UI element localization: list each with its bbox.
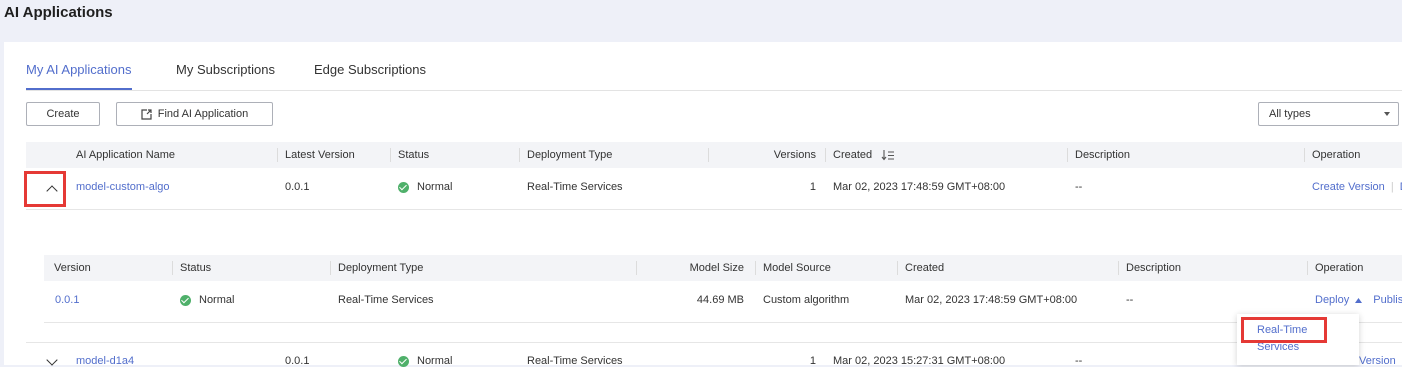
col-ai-application-name: AI Application Name — [76, 149, 176, 161]
check-circle-icon — [398, 181, 409, 193]
create-button[interactable]: Create — [26, 102, 100, 126]
versions-count: 1 — [809, 355, 816, 367]
col-status: Status — [389, 142, 429, 168]
version-created-time: Mar 02, 2023 17:48:59 GMT+08:00 — [905, 294, 1078, 306]
tab-bar: My AI Applications My Subscriptions Edge… — [26, 62, 1402, 91]
expand-row-highlight — [24, 171, 66, 207]
page-title: AI Applications — [4, 4, 113, 21]
tab-edge-subscriptions[interactable]: Edge Subscriptions — [314, 62, 426, 77]
operation-cell: Create Version | D — [1312, 181, 1402, 193]
chevron-down-icon — [1384, 112, 1390, 116]
model-source: Custom algorithm — [763, 294, 850, 306]
version-description: -- — [1126, 294, 1134, 306]
content-card: My AI Applications My Subscriptions Edge… — [4, 42, 1402, 367]
caret-up-icon[interactable] — [1355, 297, 1363, 303]
model-size: 44.69 MB — [696, 294, 744, 306]
tab-my-subscriptions[interactable]: My Subscriptions — [176, 62, 275, 77]
app-name-link[interactable]: model-custom-algo — [76, 181, 170, 193]
latest-version: 0.0.1 — [285, 355, 310, 367]
col-status: Status — [171, 255, 211, 281]
operation-divider: | — [1390, 181, 1394, 193]
version-table-header: Version Status Deployment Type Model Siz… — [44, 255, 1402, 281]
row-divider — [26, 342, 1402, 343]
created-time: Mar 02, 2023 17:48:59 GMT+08:00 — [833, 181, 1006, 193]
deploy-dropdown-menu: Real-Time Services — [1237, 314, 1359, 365]
col-deployment-type: Deployment Type — [518, 142, 612, 168]
create-version-link[interactable]: Create Version — [1312, 181, 1385, 193]
status-cell: Normal — [398, 181, 452, 193]
col-created[interactable]: Created — [824, 142, 895, 168]
description: -- — [1075, 355, 1083, 367]
col-description: Description — [1117, 255, 1181, 281]
main-table-header: AI Application Name Latest Version Statu… — [26, 142, 1402, 168]
version-link[interactable]: 0.0.1 — [55, 294, 79, 306]
publish-link[interactable]: Publish — [1373, 294, 1402, 306]
tab-my-ai-applications[interactable]: My AI Applications — [26, 62, 132, 90]
deployment-type: Real-Time Services — [527, 355, 623, 367]
status-text: Normal — [417, 355, 453, 367]
status-text: Normal — [417, 181, 453, 193]
deploy-link[interactable]: Deploy — [1315, 294, 1349, 306]
version-operation-cell: Deploy Publish — [1315, 294, 1402, 306]
deployment-type: Real-Time Services — [527, 181, 623, 193]
operation-link[interactable]: Version — [1359, 355, 1396, 367]
created-time: Mar 02, 2023 15:27:31 GMT+08:00 — [833, 355, 1006, 367]
col-versions: Versions — [708, 142, 816, 168]
app-name-link[interactable]: model-d1a4 — [76, 355, 134, 367]
col-deployment-type: Deployment Type — [329, 255, 423, 281]
check-circle-icon — [180, 294, 191, 306]
type-filter-select[interactable]: All types — [1258, 102, 1399, 126]
find-ai-application-label: Find AI Application — [157, 108, 249, 120]
version-row-divider — [44, 322, 1402, 323]
create-button-label: Create — [46, 108, 80, 120]
col-operation: Operation — [1306, 255, 1363, 281]
status-cell: Normal — [398, 355, 452, 367]
latest-version: 0.0.1 — [285, 181, 310, 193]
col-operation: Operation — [1303, 142, 1360, 168]
col-model-source: Model Source — [755, 255, 831, 281]
col-version: Version — [54, 262, 91, 274]
version-status-text: Normal — [199, 294, 235, 306]
description: -- — [1075, 181, 1083, 193]
col-created: Created — [896, 255, 944, 281]
type-filter-value: All types — [1269, 108, 1311, 120]
col-model-size: Model Size — [636, 255, 744, 281]
versions-count: 1 — [809, 181, 816, 193]
version-deployment-type: Real-Time Services — [338, 294, 434, 306]
find-ai-application-button[interactable]: Find AI Application — [116, 102, 273, 126]
col-created-label: Created — [833, 149, 873, 161]
col-description: Description — [1066, 142, 1130, 168]
menu-item-real-time-services[interactable]: Real-Time Services — [1257, 322, 1317, 356]
find-icon — [141, 108, 152, 120]
col-latest-version: Latest Version — [277, 142, 355, 168]
chevron-down-icon[interactable] — [46, 354, 58, 366]
row-divider — [26, 209, 1402, 210]
version-status-cell: Normal — [180, 294, 234, 306]
sort-icon[interactable] — [881, 149, 895, 161]
